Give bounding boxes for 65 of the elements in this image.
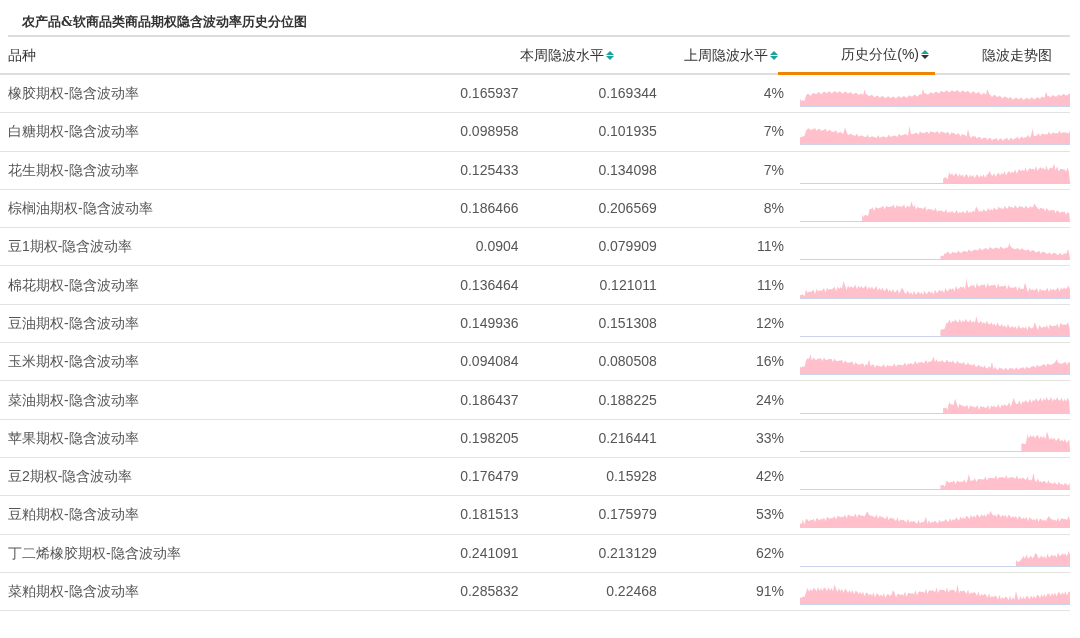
column-header[interactable]: 历史分位(%) — [778, 37, 935, 75]
variety-name: 豆粕期权-隐含波动率 — [8, 505, 139, 525]
percentile-value: 4% — [763, 84, 784, 104]
volatility-value: 0.175979 — [598, 505, 657, 525]
percentile-value: 7% — [763, 160, 784, 180]
volatility-value: 0.188225 — [598, 390, 657, 410]
volatility-value: 0.176479 — [460, 467, 519, 487]
percentile-value: 91% — [756, 582, 784, 601]
percentile-value: 11% — [757, 275, 784, 295]
variety-name: 花生期权-隐含波动率 — [8, 160, 139, 180]
volatility-value: 0.098958 — [460, 122, 519, 142]
volatility-value: 0.169344 — [598, 84, 657, 104]
percentile-value: 12% — [756, 313, 784, 333]
volatility-value: 0.136464 — [460, 275, 519, 295]
volatility-value: 0.285832 — [460, 582, 519, 601]
variety-name: 豆2期权-隐含波动率 — [8, 467, 133, 487]
volatility-value: 0.15928 — [606, 467, 657, 487]
volatility-value: 0.198205 — [460, 428, 519, 448]
variety-name: 苹果期权-隐含波动率 — [8, 428, 139, 448]
volatility-value: 0.186437 — [460, 390, 519, 410]
volatility-value: 0.165937 — [460, 84, 519, 104]
chart-title: 农产品&软商品类商品期权隐含波动率历史分位图 — [8, 0, 1070, 37]
volatility-value: 0.094084 — [460, 352, 519, 372]
volatility-sparkline — [1021, 431, 1070, 451]
volatility-value: 0.181513 — [460, 505, 519, 525]
volatility-value: 0.22468 — [606, 582, 657, 601]
volatility-value: 0.151308 — [598, 313, 657, 333]
volatility-sparkline — [1016, 550, 1070, 566]
volatility-value: 0.134098 — [598, 160, 657, 180]
volatility-value: 0.101935 — [598, 122, 657, 142]
volatility-value: 0.206569 — [598, 199, 657, 219]
volatility-value: 0.079909 — [598, 237, 657, 257]
volatility-value: 0.0904 — [475, 237, 519, 257]
percentile-value: 24% — [756, 390, 784, 410]
column-header: 隐波走势图 — [981, 45, 1053, 65]
volatility-value: 0.080508 — [598, 352, 657, 372]
percentile-value: 33% — [756, 428, 784, 448]
column-header: 品种 — [7, 45, 37, 65]
variety-name: 丁二烯橡胶期权-隐含波动率 — [8, 543, 181, 563]
volatility-value: 0.213129 — [598, 543, 657, 563]
column-header[interactable]: 本周隐波水平 — [450, 37, 614, 73]
column-header[interactable]: 上周隐波水平 — [614, 37, 778, 73]
percentile-value: 16% — [756, 352, 784, 372]
percentile-value: 8% — [763, 199, 784, 219]
percentile-value: 53% — [756, 505, 784, 525]
variety-name: 菜油期权-隐含波动率 — [8, 390, 139, 410]
percentile-value: 62% — [756, 543, 784, 563]
volatility-value: 0.186466 — [460, 199, 519, 219]
sort-icon[interactable] — [921, 49, 929, 60]
variety-name: 豆油期权-隐含波动率 — [8, 313, 139, 333]
volatility-value: 0.125433 — [460, 160, 519, 180]
percentile-value: 11% — [757, 237, 784, 257]
variety-name: 橡胶期权-隐含波动率 — [8, 84, 139, 104]
volatility-value: 0.216441 — [598, 428, 657, 448]
variety-name: 棕榈油期权-隐含波动率 — [8, 199, 153, 219]
percentile-value: 42% — [756, 467, 784, 487]
volatility-value: 0.241091 — [460, 543, 519, 563]
variety-name: 棉花期权-隐含波动率 — [8, 275, 139, 295]
variety-name: 豆1期权-隐含波动率 — [8, 237, 133, 257]
percentile-value: 7% — [763, 122, 784, 142]
volatility-value: 0.149936 — [460, 313, 519, 333]
variety-name: 玉米期权-隐含波动率 — [8, 352, 139, 372]
variety-name: 菜粕期权-隐含波动率 — [8, 582, 139, 601]
variety-name: 白糖期权-隐含波动率 — [8, 122, 139, 142]
volatility-value: 0.121011 — [599, 275, 657, 295]
